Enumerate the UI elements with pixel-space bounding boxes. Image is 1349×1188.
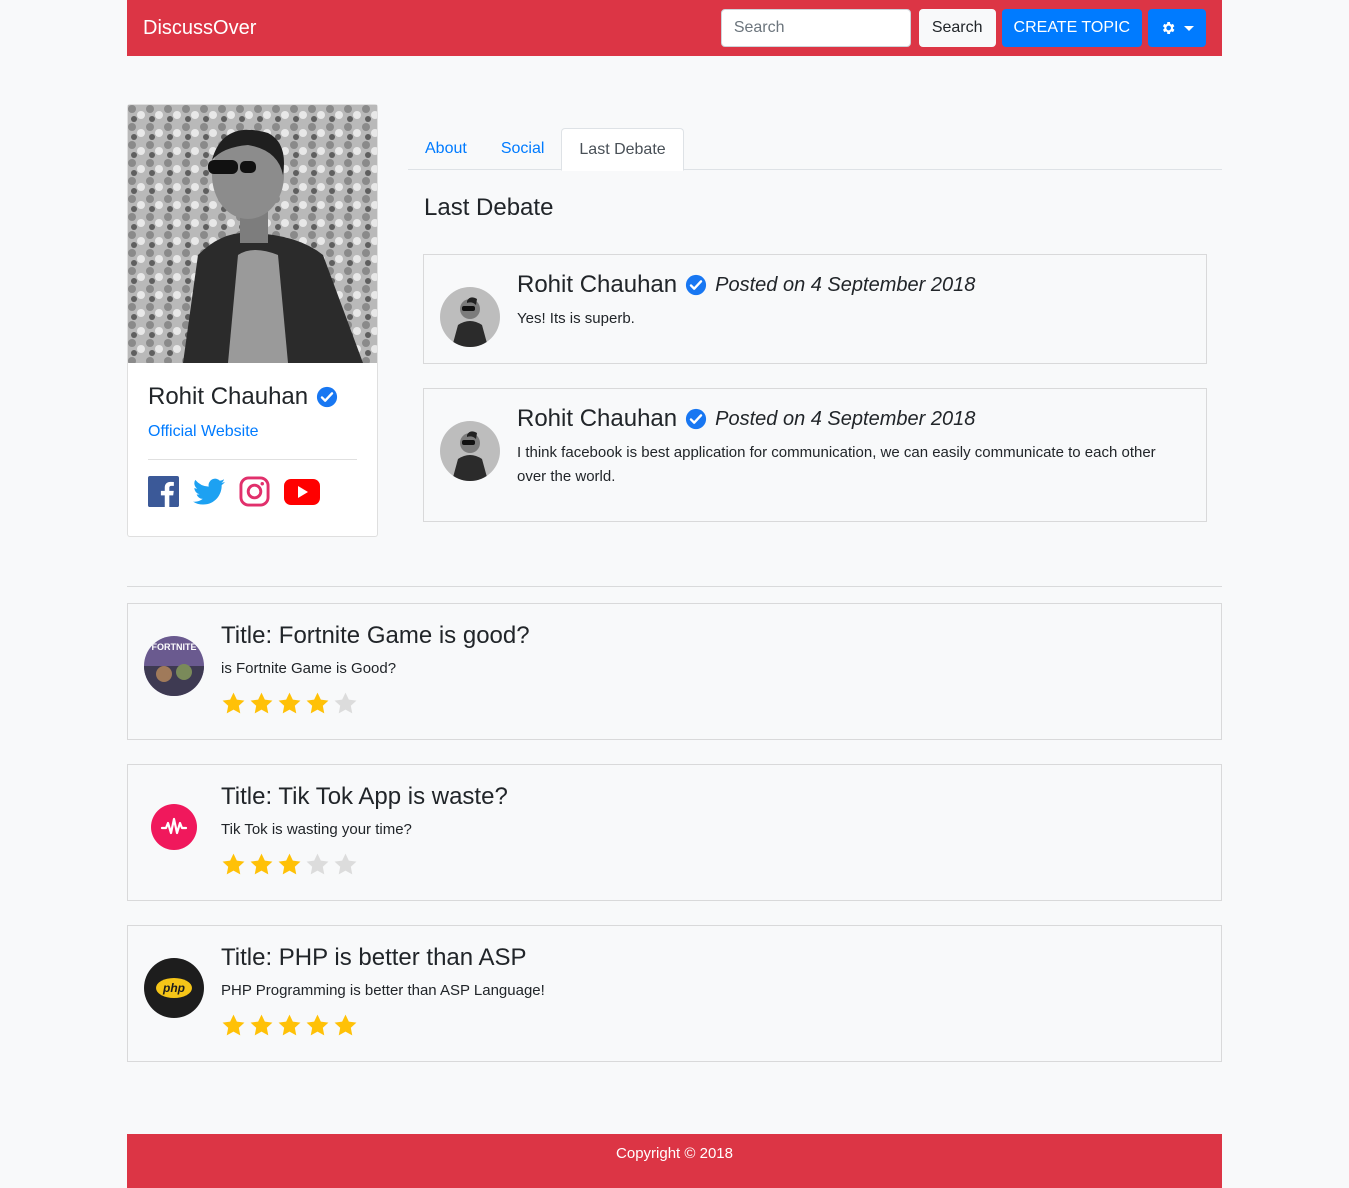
topic-image	[144, 797, 204, 857]
topic-title[interactable]: Title: Fortnite Game is good?	[221, 622, 530, 650]
topic-description: Tik Tok is wasting your time?	[221, 821, 412, 838]
php-logo-text: php	[162, 981, 185, 995]
navbar: DiscussOver Search Search CREATE TOPIC	[127, 0, 1222, 56]
verified-badge-icon	[317, 386, 338, 408]
star-filled-icon	[278, 692, 301, 714]
topic-image: FORTNITE	[144, 636, 204, 696]
debate-author[interactable]: Rohit Chauhan	[517, 271, 677, 299]
debate-card: Rohit Chauhan Posted on 4 September 2018…	[423, 388, 1207, 522]
divider	[127, 586, 1222, 587]
star-filled-icon	[250, 1014, 273, 1036]
star-filled-icon	[222, 692, 245, 714]
instagram-icon[interactable]	[239, 476, 270, 507]
debate-author[interactable]: Rohit Chauhan	[517, 405, 677, 433]
tab-social[interactable]: Social	[484, 128, 562, 170]
topic-card[interactable]: FORTNITE Title: Fortnite Game is good? i…	[127, 603, 1222, 740]
debate-card: Rohit Chauhan Posted on 4 September 2018…	[423, 254, 1207, 364]
chevron-down-icon	[1184, 25, 1194, 31]
star-empty-icon	[306, 853, 329, 875]
twitter-icon[interactable]	[193, 478, 225, 506]
gear-icon	[1162, 22, 1175, 34]
footer: Copyright © 2018	[127, 1134, 1222, 1188]
star-filled-icon	[250, 853, 273, 875]
star-rating	[221, 1013, 545, 1038]
navbar-actions: Search Search CREATE TOPIC	[720, 9, 1206, 47]
copyright-text: Copyright © 2018	[616, 1145, 733, 1162]
divider	[148, 459, 357, 460]
star-filled-icon	[278, 853, 301, 875]
tab-last-debate[interactable]: Last Debate	[561, 128, 684, 171]
section-title: Last Debate	[424, 194, 554, 221]
debate-text: I think facebook is best application for…	[517, 444, 1156, 485]
topic-description: is Fortnite Game is Good?	[221, 660, 397, 677]
search-input[interactable]: Search	[720, 9, 911, 47]
star-filled-icon	[306, 692, 329, 714]
official-website-link[interactable]: Official Website	[148, 423, 357, 441]
search-button[interactable]: Search	[918, 9, 996, 47]
star-filled-icon	[222, 1014, 245, 1036]
debate-date: Posted on 4 September 2018	[715, 407, 976, 430]
star-rating	[221, 852, 508, 877]
create-topic-button[interactable]: CREATE TOPIC	[1001, 9, 1142, 47]
profile-photo	[128, 105, 377, 363]
profile-name-text: Rohit Chauhan	[148, 383, 309, 410]
youtube-icon[interactable]	[284, 478, 320, 505]
avatar	[440, 421, 500, 481]
topic-card[interactable]: php Title: PHP is better than ASP PHP Pr…	[127, 925, 1222, 1062]
debate-text: Yes! Its is superb.	[517, 310, 635, 327]
profile-name: Rohit Chauhan	[148, 383, 357, 411]
topic-image: php	[144, 958, 204, 1018]
debate-date: Posted on 4 September 2018	[715, 273, 976, 296]
topic-title[interactable]: Title: Tik Tok App is waste?	[221, 783, 508, 811]
settings-dropdown-button[interactable]	[1148, 9, 1206, 47]
profile-card: Rohit Chauhan Official Website	[127, 104, 378, 537]
fortnite-logo-text: FORTNITE	[152, 642, 197, 652]
avatar	[440, 287, 500, 347]
star-empty-icon	[334, 853, 357, 875]
star-filled-icon	[334, 1014, 357, 1036]
topic-title[interactable]: Title: PHP is better than ASP	[221, 944, 545, 972]
debate-header: Rohit Chauhan Posted on 4 September 2018	[517, 271, 975, 299]
star-rating	[221, 691, 530, 716]
verified-badge-icon	[686, 408, 707, 430]
brand-logo[interactable]: DiscussOver	[143, 17, 256, 40]
debate-header: Rohit Chauhan Posted on 4 September 2018	[517, 405, 1177, 433]
verified-badge-icon	[686, 274, 707, 296]
star-filled-icon	[250, 692, 273, 714]
topic-description: PHP Programming is better than ASP Langu…	[221, 982, 545, 999]
star-filled-icon	[306, 1014, 329, 1036]
star-filled-icon	[222, 853, 245, 875]
star-empty-icon	[334, 692, 357, 714]
tab-about[interactable]: About	[408, 128, 484, 170]
topic-card[interactable]: Title: Tik Tok App is waste? Tik Tok is …	[127, 764, 1222, 901]
social-links	[148, 476, 357, 507]
profile-tabs: About Social Last Debate	[408, 128, 1222, 171]
facebook-icon[interactable]	[148, 476, 179, 507]
star-filled-icon	[278, 1014, 301, 1036]
